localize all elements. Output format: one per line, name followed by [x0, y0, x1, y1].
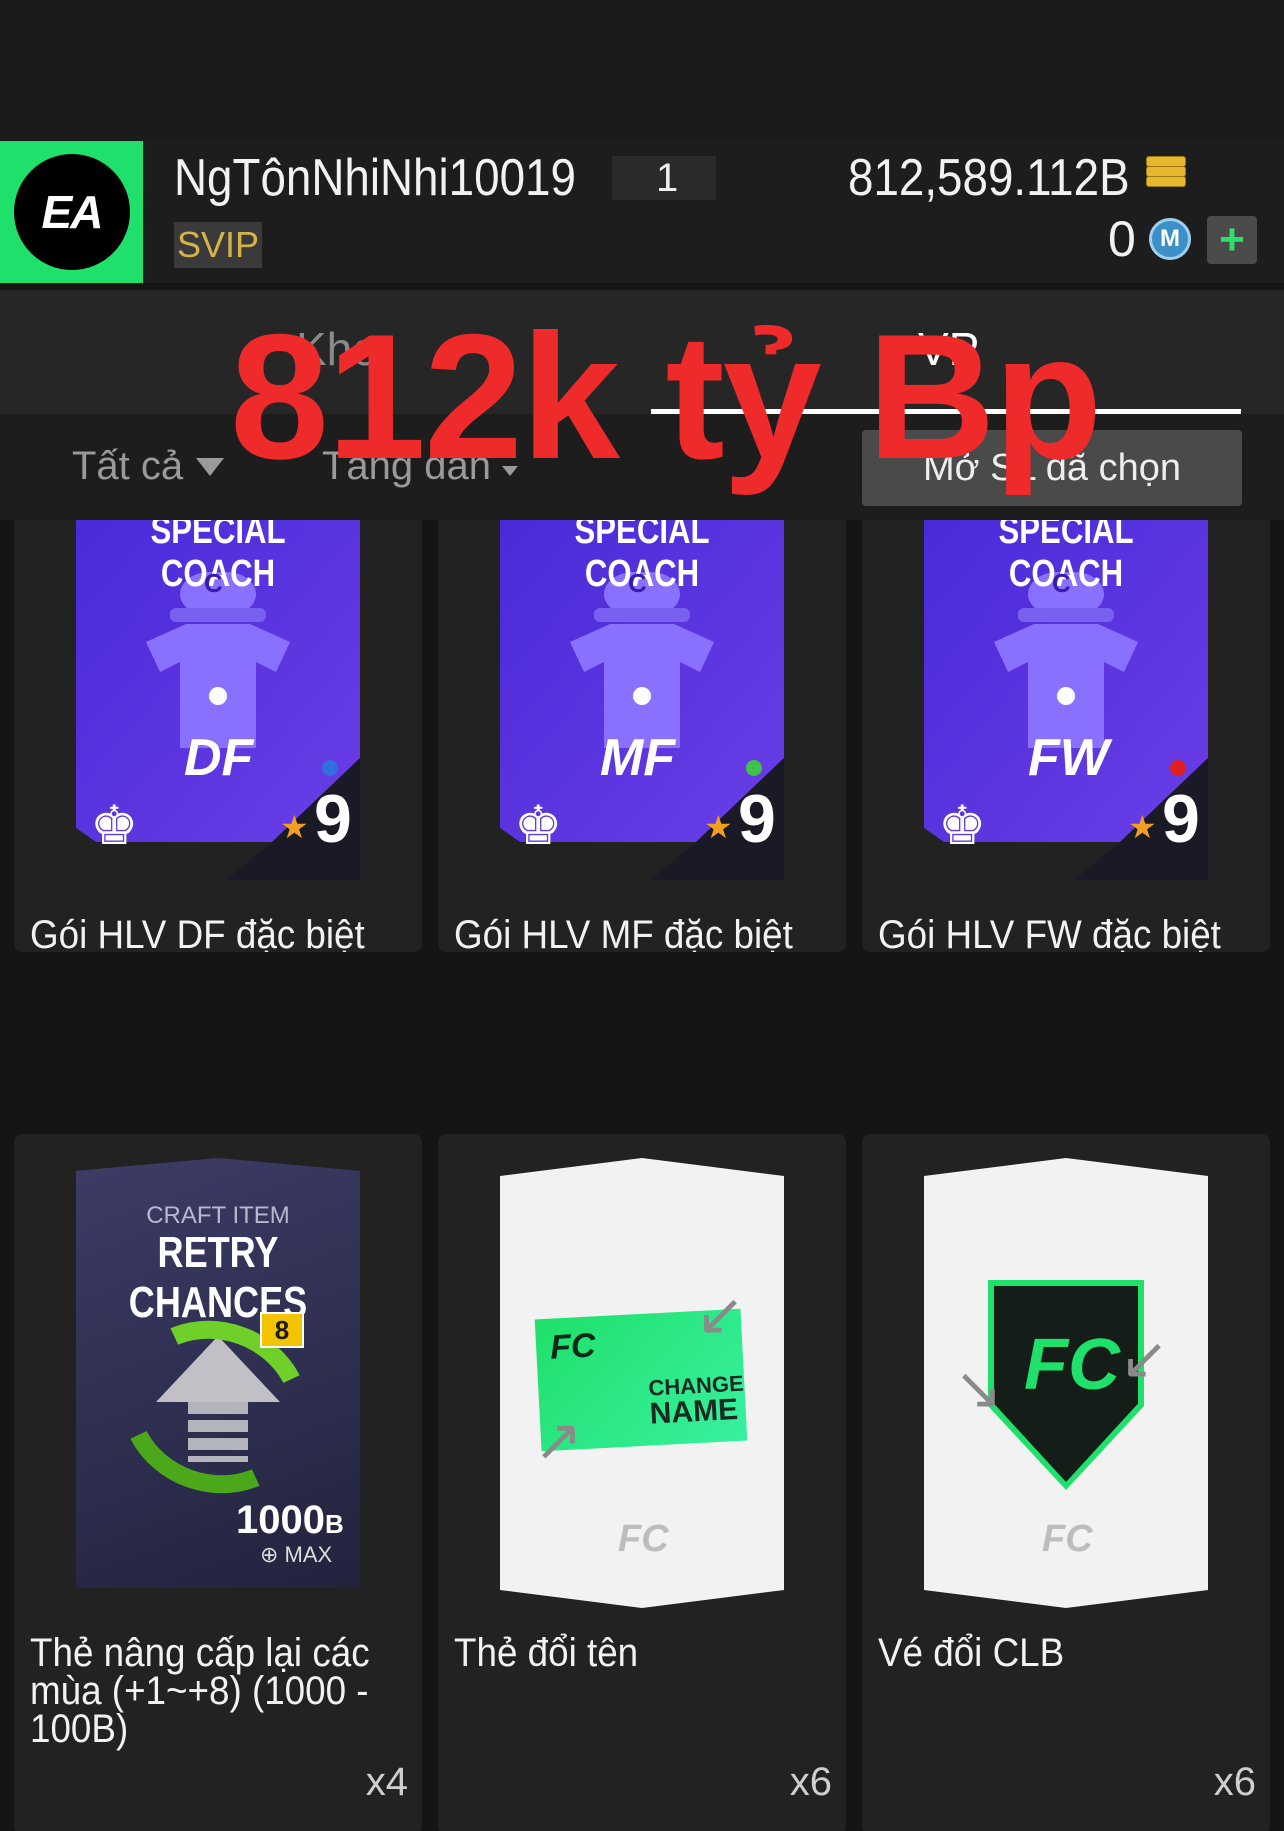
- rating: 9: [738, 781, 776, 857]
- rating: 9: [314, 781, 352, 857]
- position-label: FW: [1028, 729, 1109, 787]
- mpoint-balance: 0: [1108, 211, 1136, 267]
- position-label: DF: [184, 729, 254, 787]
- status-area: [0, 0, 1284, 141]
- value-note-text: MAX: [284, 1542, 333, 1567]
- position-label: MF: [600, 729, 676, 787]
- ea-logo-text: EA: [41, 186, 104, 238]
- item-quantity: x6: [789, 1760, 832, 1804]
- cap-letter: C: [628, 568, 647, 598]
- trophy-icon: ♚: [90, 796, 139, 856]
- coach-card-image: SPECIAL COACH C FW ★ 9 ♚: [924, 520, 1208, 880]
- change-club-card-image: FC ↘ ↙ FC: [924, 1158, 1208, 1608]
- svip-badge: SVIP: [174, 222, 262, 268]
- item-card-change-club[interactable]: FC ↘ ↙ FC Vé đổi CLB x6: [862, 1134, 1270, 1831]
- add-mpoint-button[interactable]: +: [1207, 215, 1257, 264]
- item-card-mf-coach[interactable]: SPECIAL COACH C MF ★ 9 ♚ Gói HLV MF đặc …: [438, 520, 846, 952]
- fc-logo-icon: FC: [1024, 1325, 1120, 1405]
- rating-dot: [1170, 760, 1186, 776]
- ticket-text-2: NAME: [648, 1392, 739, 1431]
- item-name: Thẻ đổi tên: [454, 1631, 639, 1675]
- item-card-df-coach[interactable]: SPECIAL COACH C DF ★ 9 ♚ Gói HLV DF đặc …: [14, 520, 422, 952]
- star-icon: ★: [280, 809, 309, 845]
- rating-dot: [746, 760, 762, 776]
- item-name: Gói HLV FW đặc biệt (9): [878, 913, 1221, 952]
- chevron-down-icon[interactable]: [196, 458, 224, 476]
- card-subtitle: CRAFT ITEM: [146, 1202, 290, 1229]
- cap-letter: C: [1052, 568, 1071, 598]
- item-name: Gói HLV DF đặc biệt (9): [30, 913, 365, 952]
- trophy-icon: ♚: [514, 796, 563, 856]
- item-name: Thẻ nâng cấp lại các mùa (+1~+8) (1000 -…: [30, 1631, 370, 1751]
- coach-card-image: SPECIAL COACH C MF ★ 9 ♚: [500, 520, 784, 880]
- ea-logo: EA: [0, 141, 143, 283]
- coin-stack-icon: [1146, 156, 1192, 196]
- retry-card-image: CRAFT ITEM RETRY CHANCES 8 1000B ⊕ MAX: [76, 1158, 360, 1588]
- value-label: 1000B: [236, 1498, 344, 1543]
- coach-card-image: SPECIAL COACH C DF ★ 9 ♚: [76, 520, 360, 880]
- rating-dot: [322, 760, 338, 776]
- change-name-card-image: FC CHANGE NAME ↙ ↗ FC: [500, 1158, 784, 1608]
- cap-letter: C: [204, 568, 223, 598]
- item-card-change-name[interactable]: FC CHANGE NAME ↙ ↗ FC Thẻ đổi tên x6: [438, 1134, 846, 1831]
- value-unit: B: [324, 1509, 344, 1539]
- item-quantity: x6: [1213, 1760, 1256, 1804]
- swap-arrow-icon: ↗: [534, 1408, 583, 1473]
- item-quantity: x4: [365, 1760, 408, 1804]
- item-card-fw-coach[interactable]: SPECIAL COACH C FW ★ 9 ♚ Gói HLV FW đặc …: [862, 520, 1270, 952]
- item-name: Gói HLV MF đặc biệt (9): [454, 913, 793, 952]
- coin-balance: 812,589.112B: [848, 149, 1130, 207]
- item-name: Vé đổi CLB: [878, 1631, 1065, 1675]
- value-note: ⊕ MAX: [260, 1542, 333, 1567]
- trophy-icon: ♚: [938, 796, 987, 856]
- fc-logo-icon: FC: [549, 1326, 597, 1367]
- fc-watermark-icon: FC: [1042, 1518, 1093, 1560]
- level-badge: 1: [612, 156, 716, 200]
- overlay-caption: 812k tỷ Bp: [230, 297, 1102, 496]
- swap-arrow-icon: ↙: [1120, 1326, 1169, 1391]
- star-icon: ★: [704, 809, 733, 845]
- fc-watermark-icon: FC: [618, 1518, 669, 1560]
- swap-arrow-icon: ↘: [954, 1356, 1003, 1421]
- mpoint-icon: M: [1149, 218, 1191, 260]
- value-number: 1000: [236, 1498, 325, 1542]
- username: NgTônNhiNhi10019: [174, 149, 576, 207]
- item-grid: SPECIAL COACH C DF ★ 9 ♚ Gói HLV DF đặc …: [0, 520, 1284, 1831]
- swap-arrow-icon: ↙: [696, 1282, 745, 1347]
- ea-logo-circle: EA: [13, 154, 130, 270]
- card-stack-badge: 8: [260, 1312, 304, 1348]
- star-icon: ★: [1128, 809, 1157, 845]
- item-card-retry-chances[interactable]: CRAFT ITEM RETRY CHANCES 8 1000B ⊕ MAX T…: [14, 1134, 422, 1831]
- rating: 9: [1162, 781, 1200, 857]
- category-filter[interactable]: Tất cả: [72, 444, 183, 489]
